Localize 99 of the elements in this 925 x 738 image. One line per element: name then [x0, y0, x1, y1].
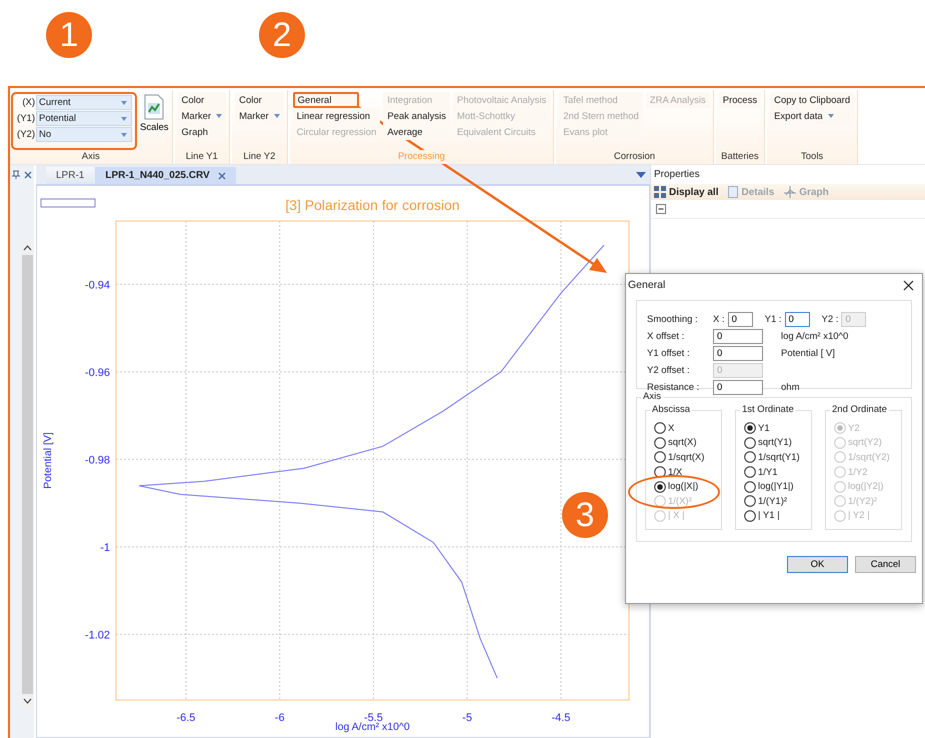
ribbon-command[interactable]: Linear regression — [292, 108, 380, 124]
dialog-title: General — [628, 279, 666, 291]
x-tick-label: -5.5 — [364, 712, 383, 724]
radio-button[interactable] — [744, 466, 756, 478]
ribbon-command[interactable]: Peak analysis — [383, 108, 450, 124]
axis-dropdown[interactable]: No — [36, 127, 132, 142]
group-title: 2nd Ordinate — [830, 404, 889, 415]
annotation-badge: 2 — [259, 12, 305, 58]
x-axis-title: log A/cm² x10^0 — [335, 721, 410, 733]
input-field[interactable]: 0 — [784, 312, 810, 327]
ribbon-command[interactable]: Marker — [235, 108, 284, 124]
legend-icon — [40, 198, 96, 208]
input-field[interactable]: 0 — [713, 380, 763, 395]
radio-option[interactable]: sqrt(Y1) — [744, 436, 811, 450]
radio-option[interactable]: 1/X — [654, 464, 721, 480]
field-label: Y1 : — [764, 314, 783, 325]
pin-icon[interactable] — [12, 170, 20, 179]
field-label: X : — [713, 314, 726, 325]
cancel-button[interactable]: Cancel — [855, 556, 916, 573]
axis-dropdown[interactable]: Current — [36, 95, 132, 110]
close-icon[interactable] — [903, 280, 914, 290]
group-title: Axis — [641, 391, 663, 402]
ribbon-command[interactable]: Color — [235, 92, 284, 108]
y-axis-title: Potential [V] — [42, 432, 54, 489]
radio-button[interactable] — [744, 480, 756, 493]
x-tick-label: -5 — [462, 712, 472, 724]
dropdown-arrow-icon[interactable] — [636, 172, 646, 178]
field-label: Y2 : — [820, 314, 840, 325]
radio-button[interactable] — [744, 451, 756, 464]
radio-option[interactable]: 1/sqrt(Y1) — [744, 450, 811, 465]
radio-option[interactable]: | Y1 | — [744, 508, 811, 524]
chart-title: [3] Polarization for corrosion — [285, 197, 460, 213]
radio-button[interactable] — [654, 436, 666, 449]
radio-option[interactable]: Y1 — [744, 421, 811, 436]
radio-button[interactable] — [744, 436, 756, 449]
input-field[interactable]: 0 — [713, 346, 763, 361]
axis-label: (X) — [21, 97, 36, 108]
radio-button[interactable] — [654, 422, 666, 434]
collapse-icon[interactable] — [656, 204, 666, 214]
radio-option[interactable]: log(|Y1|) — [744, 479, 811, 494]
dropdown-arrow-icon — [121, 101, 127, 105]
x-tick-label: -6.5 — [176, 712, 196, 724]
field-label: X offset : — [647, 331, 686, 342]
group-title: Processing — [396, 150, 447, 164]
ribbon-command[interactable]: General — [292, 92, 359, 108]
radio-button[interactable] — [744, 510, 756, 522]
radio-option[interactable]: X — [654, 421, 721, 436]
field-label: Y2 offset : — [647, 365, 691, 376]
ribbon-command[interactable]: Export data — [770, 108, 854, 124]
scrollbar[interactable] — [21, 241, 34, 708]
y-tick-label: -0.94 — [84, 279, 110, 292]
axis-label: (Y1) — [16, 113, 36, 124]
annotation-badge: 3 — [562, 492, 608, 538]
scales-button[interactable]: Scales — [140, 92, 169, 150]
ribbon-command[interactable]: Marker — [178, 108, 226, 124]
dropdown-arrow-icon — [121, 117, 127, 121]
page-icon — [728, 186, 738, 198]
radio-button[interactable] — [744, 495, 756, 508]
x-tick-label: -4.5 — [551, 712, 570, 724]
dropdown-arrow-icon — [121, 133, 127, 137]
ok-button[interactable]: OK — [787, 556, 848, 573]
radio-option[interactable]: 1/Y1 — [744, 464, 811, 480]
x-tick-label: -6 — [274, 712, 285, 724]
unit-label: ohm — [781, 382, 800, 393]
group-title: Abscissa — [650, 404, 692, 415]
radio-option[interactable]: sqrt(X) — [654, 436, 721, 450]
ribbon-command[interactable]: Copy to Clipboard — [770, 92, 854, 108]
chart-document-icon — [143, 94, 166, 120]
panel-title: Properties — [653, 168, 701, 182]
document-tab[interactable]: LPR-1_N440_025.CRV — [95, 167, 236, 184]
input-field[interactable]: 0 — [713, 329, 763, 344]
radio-button[interactable] — [654, 466, 666, 478]
field-label: Smoothing : — [647, 314, 699, 325]
y-tick-label: -1.02 — [84, 629, 110, 642]
y-tick-label: -0.96 — [84, 366, 110, 379]
radio-option[interactable]: 1/(Y1)² — [744, 494, 811, 509]
group-title: 1st Ordinate — [740, 404, 796, 415]
y-tick-label: -0.98 — [84, 454, 110, 466]
radio-button[interactable] — [744, 422, 756, 434]
radio-button[interactable] — [654, 480, 666, 493]
axis-dropdown[interactable]: Potential — [36, 111, 132, 126]
ribbon-command[interactable]: Process — [718, 92, 762, 108]
input-field[interactable]: 0 — [728, 312, 753, 327]
radio-option[interactable]: log(|X|) — [654, 479, 721, 494]
scroll-thumb[interactable] — [22, 255, 33, 694]
radio-option[interactable]: 1/sqrt(X) — [654, 450, 721, 465]
radio-button[interactable] — [654, 451, 666, 464]
axes-icon — [784, 186, 796, 198]
unit-label: Potential [ V] — [781, 348, 835, 359]
y-tick-label: -1 — [100, 542, 110, 554]
ribbon-command[interactable]: Color — [178, 92, 226, 108]
annotation-badge: 1 — [46, 12, 92, 58]
axis-label: (Y2) — [16, 129, 36, 140]
field-label: Y1 offset : — [647, 348, 691, 359]
grid-icon — [654, 186, 666, 198]
toolbar-button[interactable]: Display all — [654, 186, 718, 198]
document-tab[interactable]: LPR-1 — [46, 167, 94, 184]
field-label: Resistance : — [647, 382, 700, 393]
unit-label: log A/cm² x10^0 — [781, 331, 848, 342]
